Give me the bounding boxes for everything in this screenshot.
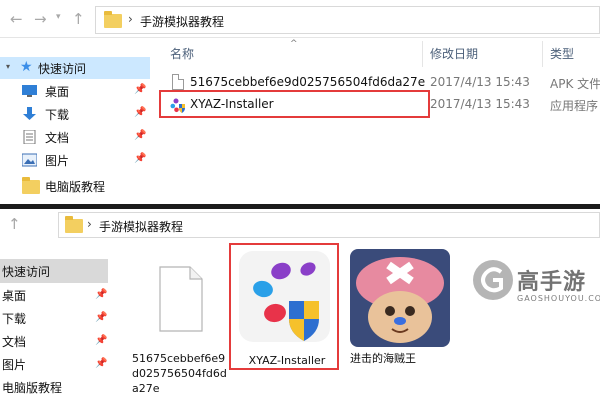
tile-label: 51675cebbef6e9d025756504fd6da27e <box>132 352 227 395</box>
download-icon <box>23 107 36 120</box>
sort-up-icon: ^ <box>290 39 298 49</box>
gaoshouyou-logo-icon <box>473 260 513 300</box>
sidebar-item-label: 快速访问 <box>38 62 87 76</box>
sidebar-item-label: 电脑版教程 <box>45 180 106 194</box>
game-app-icon <box>350 249 450 347</box>
sidebar-item-quick-access[interactable]: ▾ ★ 快速访问 <box>0 57 150 79</box>
pin-icon[interactable]: 📌 <box>134 84 146 95</box>
file-list: ^ 名称 修改日期 类型 51675cebbef6e9d025756504fd6… <box>160 39 600 204</box>
sidebar-item-documents[interactable]: 文档 📌 <box>0 329 108 353</box>
sidebar-item-label: 图片 <box>45 154 70 168</box>
folder-icon <box>22 177 40 194</box>
path-separator: › <box>128 12 133 26</box>
path-segment[interactable]: 手游模拟器教程 <box>140 13 224 30</box>
sidebar-item-label: 图片 <box>2 358 27 372</box>
file-date: 2017/4/13 15:43 <box>430 75 530 89</box>
pin-icon[interactable]: 📌 <box>95 312 107 323</box>
file-type: APK 文件 <box>550 77 600 91</box>
sidebar-item-label: 文档 <box>45 131 70 145</box>
sidebar-item-desktop[interactable]: 桌面 📌 <box>0 80 150 102</box>
sidebar-item-label: 快速访问 <box>2 265 51 279</box>
navigation-pane: 快速访问 桌面 📌 下载 📌 文档 📌 图片 📌 电脑版教程 <box>0 243 115 400</box>
chevron-down-icon[interactable]: ▾ <box>56 12 61 22</box>
sidebar-item-label: 桌面 <box>2 289 27 303</box>
sidebar-item-label: 文档 <box>2 335 27 349</box>
apk-file-icon <box>132 249 227 347</box>
pin-icon[interactable]: 📌 <box>134 130 146 141</box>
forward-arrow-icon[interactable]: → <box>34 11 47 27</box>
column-divider[interactable] <box>542 41 543 67</box>
desktop-icon <box>22 85 37 97</box>
pin-icon[interactable]: 📌 <box>95 289 107 300</box>
navigation-pane: ▾ ★ 快速访问 桌面 📌 下载 📌 文档 📌 图片 📌 电脑版教程 <box>0 39 158 204</box>
back-arrow-icon[interactable]: ← <box>10 11 23 27</box>
watermark: 高手游 GAOSHOUYOU.COM <box>473 258 600 318</box>
document-icon <box>23 130 36 144</box>
star-icon: ★ <box>20 59 33 75</box>
sidebar-item-label: 下载 <box>2 312 27 326</box>
sidebar-item-pictures[interactable]: 图片 📌 <box>0 149 150 171</box>
pin-icon[interactable]: 📌 <box>95 358 107 369</box>
sidebar-item-pc-tutorial[interactable]: 电脑版教程 <box>0 375 108 399</box>
address-bar[interactable]: › 手游模拟器教程 <box>95 6 600 34</box>
chevron-down-icon[interactable]: ▾ <box>6 62 10 71</box>
apk-file-icon <box>172 74 184 90</box>
address-bar[interactable]: › 手游模拟器教程 <box>58 212 600 238</box>
sidebar-item-label: 桌面 <box>45 85 70 99</box>
picture-icon <box>22 153 37 167</box>
file-name: 51675cebbef6e9d025756504fd6da27e <box>190 75 426 89</box>
address-bar-area: ↑ › 手游模拟器教程 <box>0 209 600 239</box>
path-segment[interactable]: 手游模拟器教程 <box>99 218 183 235</box>
sidebar-item-downloads[interactable]: 下载 📌 <box>0 103 150 125</box>
file-type: 应用程序 <box>550 99 599 113</box>
pin-icon[interactable]: 📌 <box>134 107 146 118</box>
up-arrow-icon[interactable]: ↑ <box>72 11 85 27</box>
column-header-name[interactable]: 名称 <box>170 45 194 62</box>
highlight-box <box>159 90 430 118</box>
tile-label: 进击的海贼王 <box>350 352 416 365</box>
column-divider[interactable] <box>422 41 423 67</box>
folder-icon <box>104 11 122 28</box>
sidebar-item-quick-access[interactable]: 快速访问 <box>0 259 108 283</box>
sidebar-item-label: 下载 <box>45 108 70 122</box>
pin-icon[interactable]: 📌 <box>134 153 146 164</box>
highlight-box <box>229 243 339 370</box>
sidebar-item-downloads[interactable]: 下载 📌 <box>0 306 108 330</box>
file-date: 2017/4/13 15:43 <box>430 97 530 111</box>
watermark-title: 高手游 <box>517 270 587 295</box>
up-arrow-icon[interactable]: ↑ <box>8 216 21 232</box>
sidebar-item-pc-tutorial[interactable]: 电脑版教程 <box>0 175 150 197</box>
sidebar-item-pictures[interactable]: 图片 📌 <box>0 352 108 376</box>
sidebar-item-desktop[interactable]: 桌面 📌 <box>0 283 108 307</box>
folder-icon <box>65 216 83 233</box>
address-bar-area: ← → ▾ ↑ › 手游模拟器教程 <box>0 0 600 38</box>
sidebar-item-documents[interactable]: 文档 📌 <box>0 126 150 148</box>
sidebar-item-label: 电脑版教程 <box>2 381 63 395</box>
path-separator: › <box>87 217 92 231</box>
pin-icon[interactable]: 📌 <box>95 335 107 346</box>
column-header-date[interactable]: 修改日期 <box>430 45 478 62</box>
watermark-subtitle: GAOSHOUYOU.COM <box>517 294 600 303</box>
column-header-type[interactable]: 类型 <box>550 45 574 62</box>
